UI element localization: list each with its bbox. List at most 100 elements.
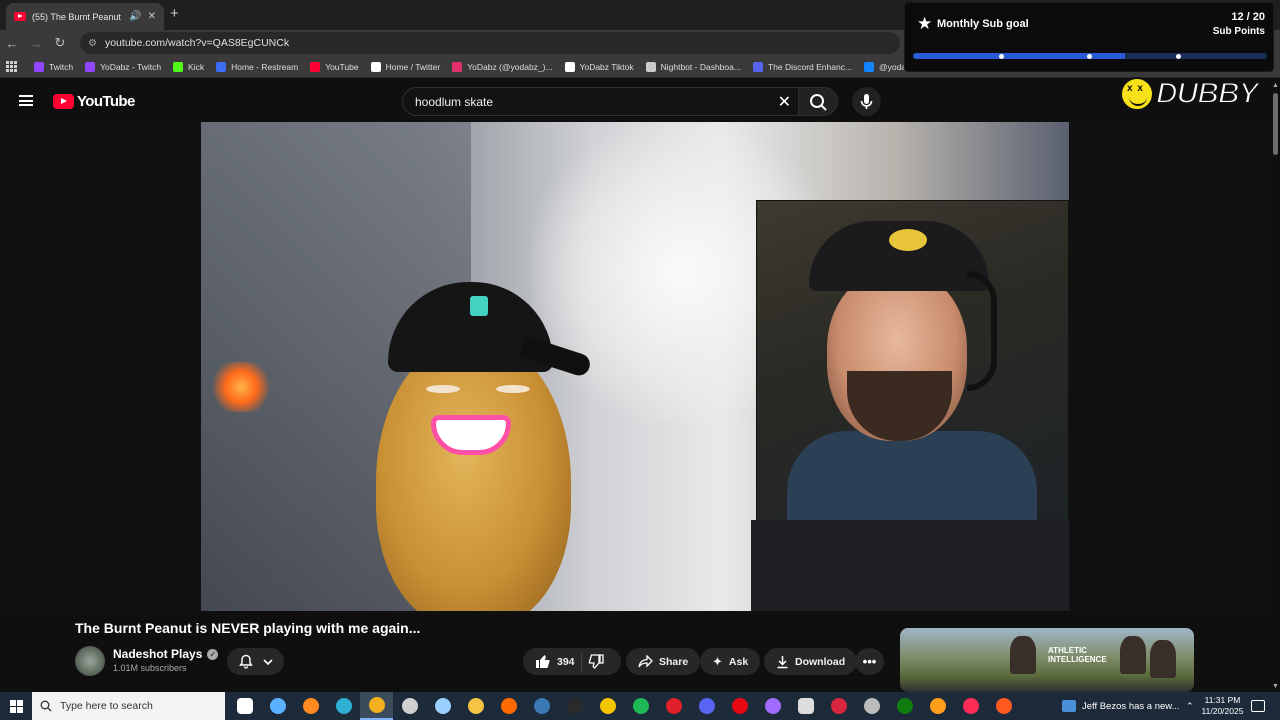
taskbar-app-app-firefox2[interactable] xyxy=(987,692,1020,720)
address-bar[interactable]: ⚙ youtube.com/watch?v=QAS8EgCUNCk xyxy=(80,32,900,54)
voice-search-button[interactable] xyxy=(852,87,881,116)
forward-button[interactable]: → xyxy=(24,36,48,51)
bookmark-item[interactable]: Nightbot - Dashboa... xyxy=(640,61,747,72)
search-query: hoodlum skate xyxy=(415,94,494,109)
reload-button[interactable]: ↻ xyxy=(48,35,72,51)
bookmark-label: Home / Twitter xyxy=(385,61,441,72)
bookmark-label: YouTube xyxy=(325,61,359,72)
windows-start-button[interactable] xyxy=(0,692,32,720)
ask-button[interactable]: ✦ Ask xyxy=(700,648,761,675)
taskbar-app-task-view[interactable] xyxy=(228,692,261,720)
scrollbar-thumb[interactable] xyxy=(1273,93,1278,155)
apps-grid-icon[interactable] xyxy=(6,60,18,73)
taskbar-pinned-apps xyxy=(228,692,1020,720)
sub-goal-title: Monthly Sub goal xyxy=(937,18,1029,30)
taskbar-search-input[interactable]: Type here to search xyxy=(32,692,225,720)
taskbar-app-app-purple[interactable] xyxy=(756,692,789,720)
ask-label: Ask xyxy=(728,655,749,668)
page-scrollbar[interactable]: ▲ ▼ xyxy=(1270,79,1280,692)
news-widget[interactable]: Jeff Bezos has a new... xyxy=(1062,692,1180,720)
taskbar-search-placeholder: Type here to search xyxy=(60,700,153,712)
news-headline: Jeff Bezos has a new... xyxy=(1082,700,1180,712)
taskbar-app-app-red[interactable] xyxy=(657,692,690,720)
notification-bell-button[interactable] xyxy=(227,648,284,675)
chevron-down-icon xyxy=(262,658,273,665)
taskbar-app-spotify[interactable] xyxy=(624,692,657,720)
taskbar-app-edge[interactable] xyxy=(327,692,360,720)
taskbar-app-settings[interactable] xyxy=(789,692,822,720)
dislike-button[interactable] xyxy=(588,654,604,669)
bookmark-item[interactable]: Home / Twitter xyxy=(365,61,447,72)
taskbar-app-app-netflix[interactable] xyxy=(723,692,756,720)
taskbar-app-app-ring[interactable] xyxy=(921,692,954,720)
taskbar-app-firefox[interactable] xyxy=(294,692,327,720)
taskbar-app-app-gray[interactable] xyxy=(855,692,888,720)
channel-avatar[interactable] xyxy=(75,646,105,676)
sub-goal-unit: Sub Points xyxy=(1212,26,1265,37)
chevron-up-icon[interactable]: ⌃ xyxy=(1186,701,1194,712)
youtube-logo[interactable]: YouTube xyxy=(53,93,135,110)
webcam-image xyxy=(756,200,1069,522)
firefox-icon xyxy=(302,698,319,714)
bookmark-item[interactable]: Home - Restream xyxy=(210,61,304,72)
notification-center-icon[interactable] xyxy=(1251,700,1266,712)
bookmark-item[interactable]: YoDabz - Twitch xyxy=(79,61,167,72)
close-tab-icon[interactable]: ✕ xyxy=(148,11,156,22)
channel-name: Nadeshot Plays xyxy=(113,647,203,661)
like-button[interactable]: 394 xyxy=(535,654,575,669)
spotify-icon xyxy=(632,698,649,714)
taskbar-app-obs[interactable] xyxy=(393,692,426,720)
bookmark-label: YoDabz - Twitch xyxy=(100,61,162,72)
taskbar-app-file-explorer[interactable] xyxy=(459,692,492,720)
share-label: Share xyxy=(659,655,689,668)
download-button[interactable]: Download xyxy=(764,648,858,675)
taskbar-app-blender[interactable] xyxy=(426,692,459,720)
back-button[interactable]: ← xyxy=(0,36,24,51)
xbox-icon xyxy=(896,698,913,714)
like-dislike-group: 394 xyxy=(523,648,621,675)
bookmark-label: Nightbot - Dashboa... xyxy=(660,61,741,72)
bookmark-item[interactable]: YoDabz Tiktok xyxy=(559,61,640,72)
taskbar-app-app-orange[interactable] xyxy=(492,692,525,720)
menu-icon[interactable] xyxy=(19,95,33,106)
clear-search-icon[interactable]: ✕ xyxy=(778,92,791,112)
progress-marker xyxy=(1176,54,1181,59)
bookmark-item[interactable]: The Discord Enhanc... xyxy=(747,61,858,72)
epic-icon xyxy=(566,698,583,714)
bookmark-item[interactable]: YoDabz (@yodabz_)... xyxy=(446,61,558,72)
bookmark-favicon-icon xyxy=(310,61,321,72)
new-tab-button[interactable]: + xyxy=(170,5,179,22)
search-input[interactable]: hoodlum skate ✕ xyxy=(402,87,800,116)
taskbar-app-xbox[interactable] xyxy=(888,692,921,720)
more-actions-button[interactable]: ••• xyxy=(855,648,884,675)
microphone-icon xyxy=(860,94,873,109)
speaker-icon[interactable]: 🔊 xyxy=(129,11,141,22)
site-info-icon[interactable]: ⚙ xyxy=(88,38,97,49)
verified-icon: ✓ xyxy=(207,648,219,660)
video-player[interactable] xyxy=(201,122,1069,611)
taskbar-app-copilot[interactable] xyxy=(261,692,294,720)
bookmark-favicon-icon xyxy=(864,61,875,72)
bookmark-favicon-icon xyxy=(645,61,656,72)
bookmark-item[interactable]: Kick xyxy=(167,61,210,72)
app-red-icon xyxy=(665,698,682,714)
taskbar-app-discord[interactable] xyxy=(690,692,723,720)
taskbar-app-tiktok[interactable] xyxy=(954,692,987,720)
taskbar-app-app-crimson[interactable] xyxy=(822,692,855,720)
taskbar-app-steam[interactable] xyxy=(525,692,558,720)
download-label: Download xyxy=(795,655,846,668)
taskbar-app-app-yellow[interactable] xyxy=(591,692,624,720)
recommended-video-thumbnail[interactable]: ATHLETIC INTELLIGENCE xyxy=(900,628,1194,692)
steam-icon xyxy=(533,698,550,714)
taskbar-app-epic[interactable] xyxy=(558,692,591,720)
bookmark-item[interactable]: YouTube xyxy=(304,61,364,72)
browser-tab[interactable]: (55) The Burnt Peanut is NEVER playing w… xyxy=(6,3,164,30)
search-button[interactable] xyxy=(798,87,838,116)
share-button[interactable]: Share xyxy=(626,648,701,675)
bookmark-item[interactable]: Twitch xyxy=(28,61,79,72)
bookmark-label: Kick xyxy=(188,61,205,72)
channel-name-link[interactable]: Nadeshot Plays ✓ xyxy=(113,647,219,661)
clock[interactable]: 11:31 PM 11/20/2025 xyxy=(1202,695,1244,717)
taskbar-app-chrome[interactable] xyxy=(360,692,393,720)
screen: (55) The Burnt Peanut is NEVER playing w… xyxy=(0,0,1280,720)
